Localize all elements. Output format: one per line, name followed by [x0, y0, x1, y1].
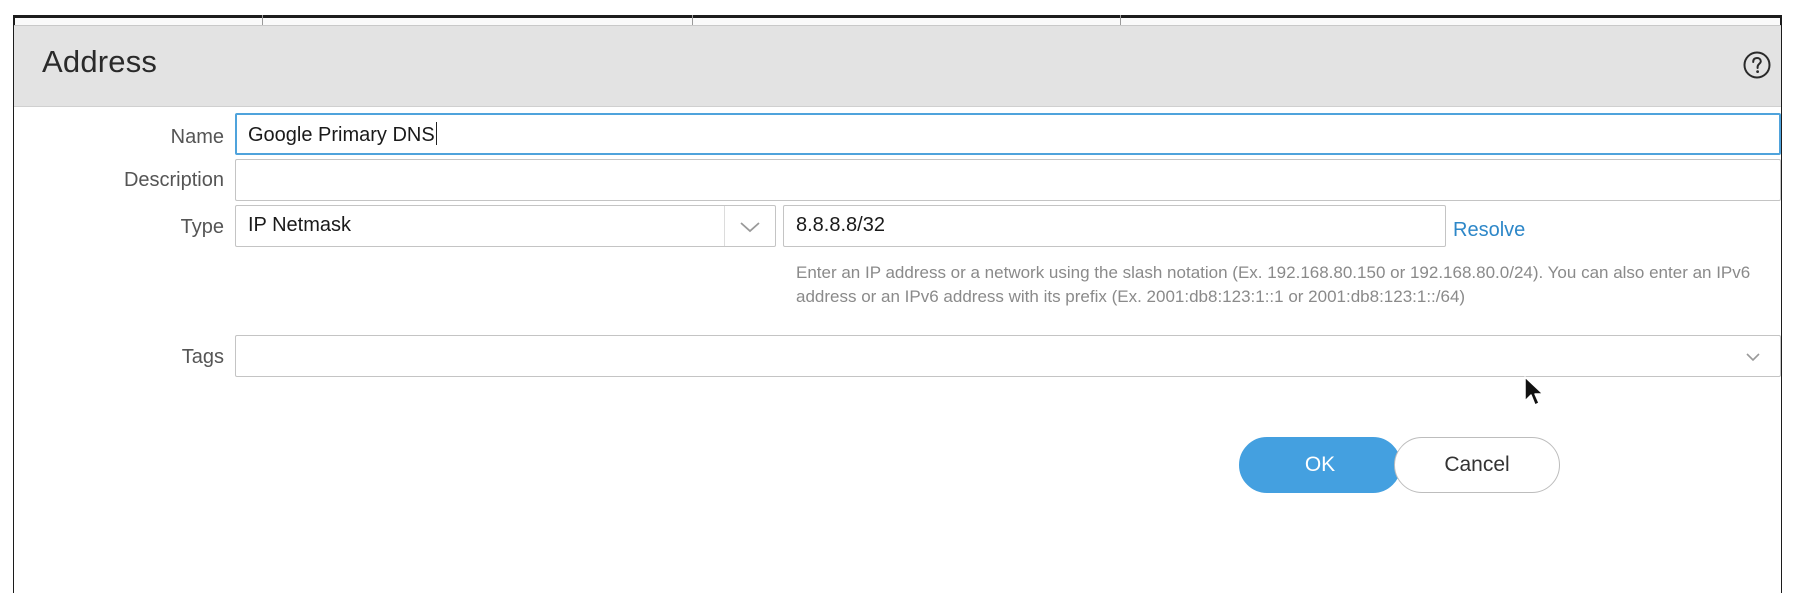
select-divider [724, 206, 725, 246]
name-input-value: Google Primary DNS [248, 124, 435, 146]
type-label: Type [180, 216, 224, 238]
description-input[interactable] [235, 159, 1781, 201]
help-circle-icon[interactable] [1742, 50, 1772, 80]
dialog-title: Address [42, 44, 158, 79]
name-label: Name [170, 126, 224, 148]
description-label: Description [123, 169, 224, 191]
background-divider [262, 15, 263, 25]
text-caret [435, 122, 437, 145]
mouse-cursor-icon [1524, 376, 1544, 406]
dialog-header: Address [14, 26, 1781, 107]
chevron-down-icon [1746, 353, 1760, 362]
background-divider [692, 15, 693, 25]
tags-select[interactable] [235, 335, 1781, 377]
resolve-link[interactable]: Resolve [1453, 219, 1525, 242]
background-divider [1120, 15, 1121, 25]
ip-address-input[interactable]: 8.8.8.8/32 [783, 205, 1446, 247]
ok-button[interactable]: OK [1239, 437, 1401, 493]
type-select-value: IP Netmask [248, 214, 351, 236]
tags-label: Tags [181, 346, 224, 368]
ip-address-value: 8.8.8.8/32 [796, 214, 885, 236]
cancel-button[interactable]: Cancel [1394, 437, 1560, 493]
ip-helper-text: Enter an IP address or a network using t… [796, 263, 1751, 306]
chevron-down-icon [740, 222, 760, 233]
type-select[interactable]: IP Netmask [235, 205, 776, 247]
address-dialog: Address Name Google Primary DNS Descript… [14, 25, 1781, 593]
name-input[interactable]: Google Primary DNS [235, 113, 1781, 155]
